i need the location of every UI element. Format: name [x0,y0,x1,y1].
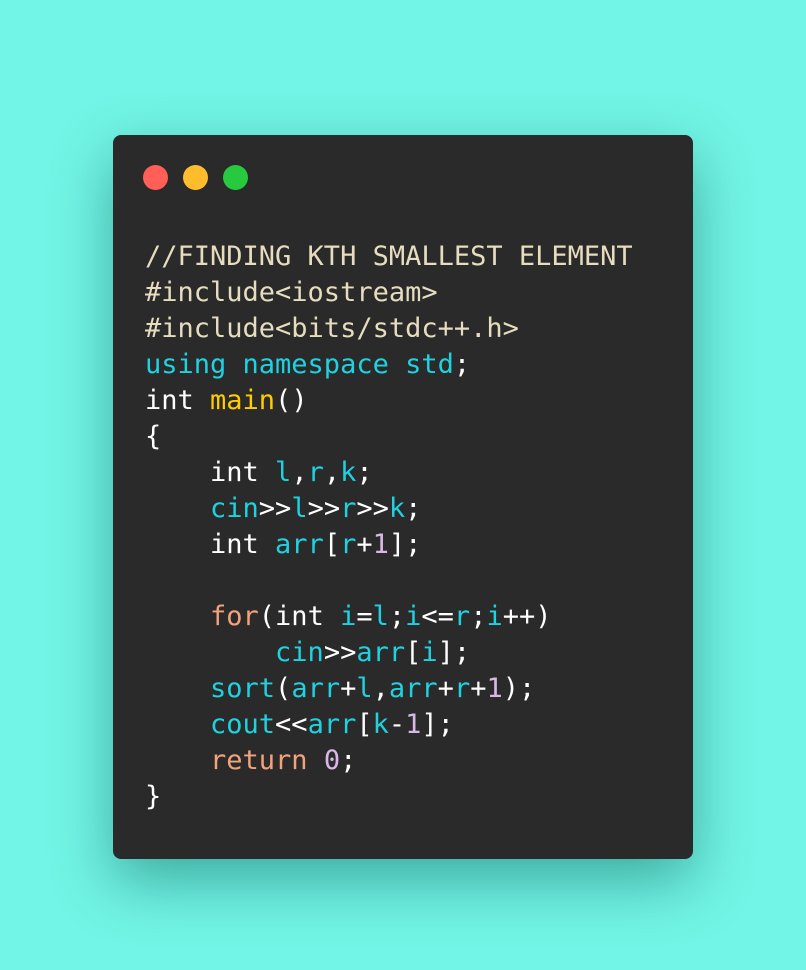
code-token: main [210,385,276,416]
code-token: ++) [502,601,552,632]
code-token: ; [470,601,487,632]
code-token: ]; [421,709,454,740]
code-line: #include<iostream> [145,275,633,311]
code-token: ; [356,457,373,488]
code-token: for [145,601,259,632]
code-token: ]; [437,637,471,668]
code-line: sort(arr+l,arr+r+1); [145,671,633,707]
code-token: [ [323,529,341,560]
code-token: ]; [388,529,422,560]
code-token: + [340,673,357,704]
code-line: using namespace std; [145,347,633,383]
code-line: for(int i=l;i<=r;i++) [145,599,633,635]
code-token: cin [145,493,259,524]
code-token: , [372,673,389,704]
code-token: i [405,601,422,632]
code-token: arr [388,673,438,704]
code-line: cout<<arr[k-1]; [145,707,633,743]
code-token: cout [145,709,276,740]
code-token: arr [275,529,324,560]
code-token: (int [258,601,341,632]
code-token: r [307,457,324,488]
code-token: ; [453,349,471,380]
code-token: >> [356,493,389,524]
code-token: l [356,673,373,704]
code-token: l [275,457,292,488]
code-token: using namespace std [145,349,454,380]
close-dot-icon [143,165,168,190]
code-token: cin [145,637,324,668]
code-token: 1 [486,673,503,704]
code-block: //FINDING KTH SMALLEST ELEMENT #include<i… [145,239,633,815]
code-token: 1 [405,709,422,740]
code-token: - [388,709,406,740]
code-token: l [291,493,308,524]
code-token: + [470,673,487,704]
code-token: >> [307,493,341,524]
code-window: //FINDING KTH SMALLEST ELEMENT #include<i… [113,135,693,859]
code-token: + [356,529,373,560]
code-token: r [340,529,357,560]
code-line: cin>>l>>r>>k; [145,491,633,527]
code-token: k [340,457,357,488]
code-token: 1 [372,529,389,560]
code-line: { [145,419,633,455]
code-token: i [486,601,503,632]
code-token: ); [502,673,536,704]
maximize-dot-icon [223,165,248,190]
code-token: ; [340,745,357,776]
code-token: << [275,709,308,740]
code-token: //FINDING KTH SMALLEST ELEMENT [145,241,633,272]
code-token: } [145,781,162,812]
code-line: int l,r,k; [145,455,633,491]
code-token: k [372,709,389,740]
code-token: int [145,385,211,416]
code-line: return 0; [145,743,633,779]
code-token: r [340,493,357,524]
code-token: { [145,421,162,452]
code-token: int [145,529,276,560]
code-token: l [372,601,389,632]
code-token: r [453,673,471,704]
code-line: //FINDING KTH SMALLEST ELEMENT [145,239,633,275]
code-token: () [275,385,308,416]
code-token: r [453,601,471,632]
code-token: [ [356,709,373,740]
code-token: [ [405,637,422,668]
code-token: int [145,457,276,488]
code-token: ; [405,493,422,524]
code-token: ; [388,601,406,632]
minimize-dot-icon [183,165,208,190]
code-token: i [421,637,438,668]
code-token: return [145,745,324,776]
code-token: #include<bits/stdc++.h> [145,313,519,344]
code-token: 0 [323,745,341,776]
code-token: + [437,673,454,704]
code-line: cin>>arr[i]; [145,635,633,671]
code-line: #include<bits/stdc++.h> [145,311,633,347]
code-token: arr [291,673,341,704]
code-line: } [145,779,633,815]
code-line: int arr[r+1]; [145,527,633,563]
code-token: , [323,457,341,488]
code-token: ( [275,673,292,704]
code-token: k [388,493,406,524]
code-token: #include<iostream> [145,277,438,308]
code-token: sort [145,673,276,704]
code-token: arr [356,637,406,668]
code-token: >> [258,493,292,524]
code-token: >> [323,637,357,668]
code-token: i [340,601,357,632]
code-token: <= [421,601,454,632]
code-line: int main() [145,383,633,419]
code-token: = [356,601,373,632]
code-token: arr [307,709,357,740]
code-token: , [291,457,308,488]
